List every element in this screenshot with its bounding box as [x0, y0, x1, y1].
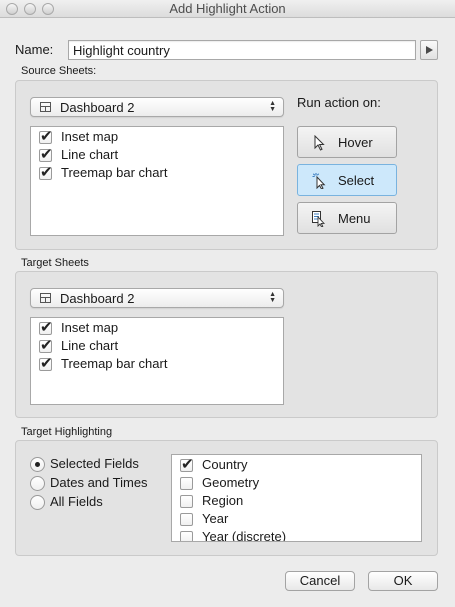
radio-button[interactable] — [30, 457, 45, 472]
check-icon: ✔ — [40, 354, 53, 372]
checkbox[interactable] — [180, 477, 193, 490]
source-dashboard-select[interactable]: Dashboard 2 ▲ ▼ — [30, 97, 284, 117]
list-item-label: Inset map — [61, 320, 119, 335]
target-highlighting-label: Target Highlighting — [21, 426, 113, 438]
list-item-label: Inset map — [61, 129, 119, 144]
target-dashboard-value: Dashboard 2 — [60, 291, 135, 306]
checkbox[interactable]: ✔ — [39, 318, 53, 336]
play-arrow-icon — [426, 46, 433, 54]
check-icon: ✔ — [181, 455, 194, 473]
checkbox[interactable] — [180, 513, 193, 526]
source-dashboard-value: Dashboard 2 — [60, 100, 135, 115]
checkbox[interactable]: ✔ — [39, 336, 53, 354]
target-dashboard-select[interactable]: Dashboard 2 ▲ ▼ — [30, 288, 284, 308]
fields-list[interactable]: ✔ Country Geometry Region Year Year (dis… — [171, 454, 422, 542]
target-sheets-list[interactable]: ✔ Inset map ✔ Line chart ✔ Treemap bar c… — [30, 317, 284, 405]
checkbox[interactable]: ✔ — [39, 163, 53, 181]
check-icon: ✔ — [40, 145, 53, 163]
radio-label: All Fields — [50, 494, 103, 509]
select-button[interactable]: Select — [297, 164, 397, 196]
select-click-icon — [312, 173, 326, 189]
list-item-label: Country — [202, 457, 248, 472]
stepper-icon: ▲ ▼ — [269, 100, 276, 113]
source-sheets-label: Source Sheets: — [21, 65, 97, 77]
dashboard-icon — [40, 293, 51, 303]
radio-button[interactable] — [30, 476, 45, 491]
list-item-label: Line chart — [61, 338, 119, 353]
list-item-label: Year — [202, 511, 229, 526]
checkbox[interactable] — [180, 531, 193, 541]
insert-field-button[interactable] — [420, 40, 438, 60]
menu-icon — [312, 211, 326, 227]
checkbox[interactable]: ✔ — [39, 127, 53, 145]
list-item-label: Line chart — [61, 147, 119, 162]
checkbox[interactable] — [180, 495, 193, 508]
target-sheets-label: Target Sheets — [21, 257, 89, 269]
select-button-label: Select — [338, 173, 375, 188]
pointer-icon — [314, 135, 325, 151]
list-item-label: Treemap bar chart — [61, 165, 168, 180]
check-icon: ✔ — [40, 318, 53, 336]
checkbox[interactable]: ✔ — [180, 455, 194, 473]
radio-label: Dates and Times — [50, 475, 148, 490]
radio-label: Selected Fields — [50, 456, 139, 471]
list-item-label: Treemap bar chart — [61, 356, 168, 371]
name-label: Name: — [15, 42, 54, 57]
radio-button[interactable] — [30, 495, 45, 510]
list-item-label: Year (discrete) — [202, 529, 287, 542]
name-field[interactable]: Highlight country — [68, 40, 416, 60]
checkbox[interactable]: ✔ — [39, 145, 53, 163]
check-icon: ✔ — [40, 127, 53, 145]
list-item-label: Region — [202, 493, 244, 508]
hover-button-label: Hover — [338, 135, 373, 150]
run-action-label: Run action on: — [297, 95, 381, 110]
menu-button[interactable]: Menu — [297, 202, 397, 234]
ok-button[interactable]: OK — [368, 571, 438, 591]
radio-dot-icon — [35, 462, 40, 467]
menu-button-label: Menu — [338, 211, 371, 226]
check-icon: ✔ — [40, 336, 53, 354]
cancel-button[interactable]: Cancel — [285, 571, 355, 591]
check-icon: ✔ — [40, 163, 53, 181]
checkbox[interactable]: ✔ — [39, 354, 53, 372]
window-title: Add Highlight Action — [169, 1, 286, 16]
title-bar: Add Highlight Action — [0, 0, 455, 18]
hover-button[interactable]: Hover — [297, 126, 397, 158]
source-sheets-list[interactable]: ✔ Inset map ✔ Line chart ✔ Treemap bar c… — [30, 126, 284, 236]
stepper-icon: ▲ ▼ — [269, 291, 276, 304]
list-item-label: Geometry — [202, 475, 260, 490]
dashboard-icon — [40, 102, 51, 112]
